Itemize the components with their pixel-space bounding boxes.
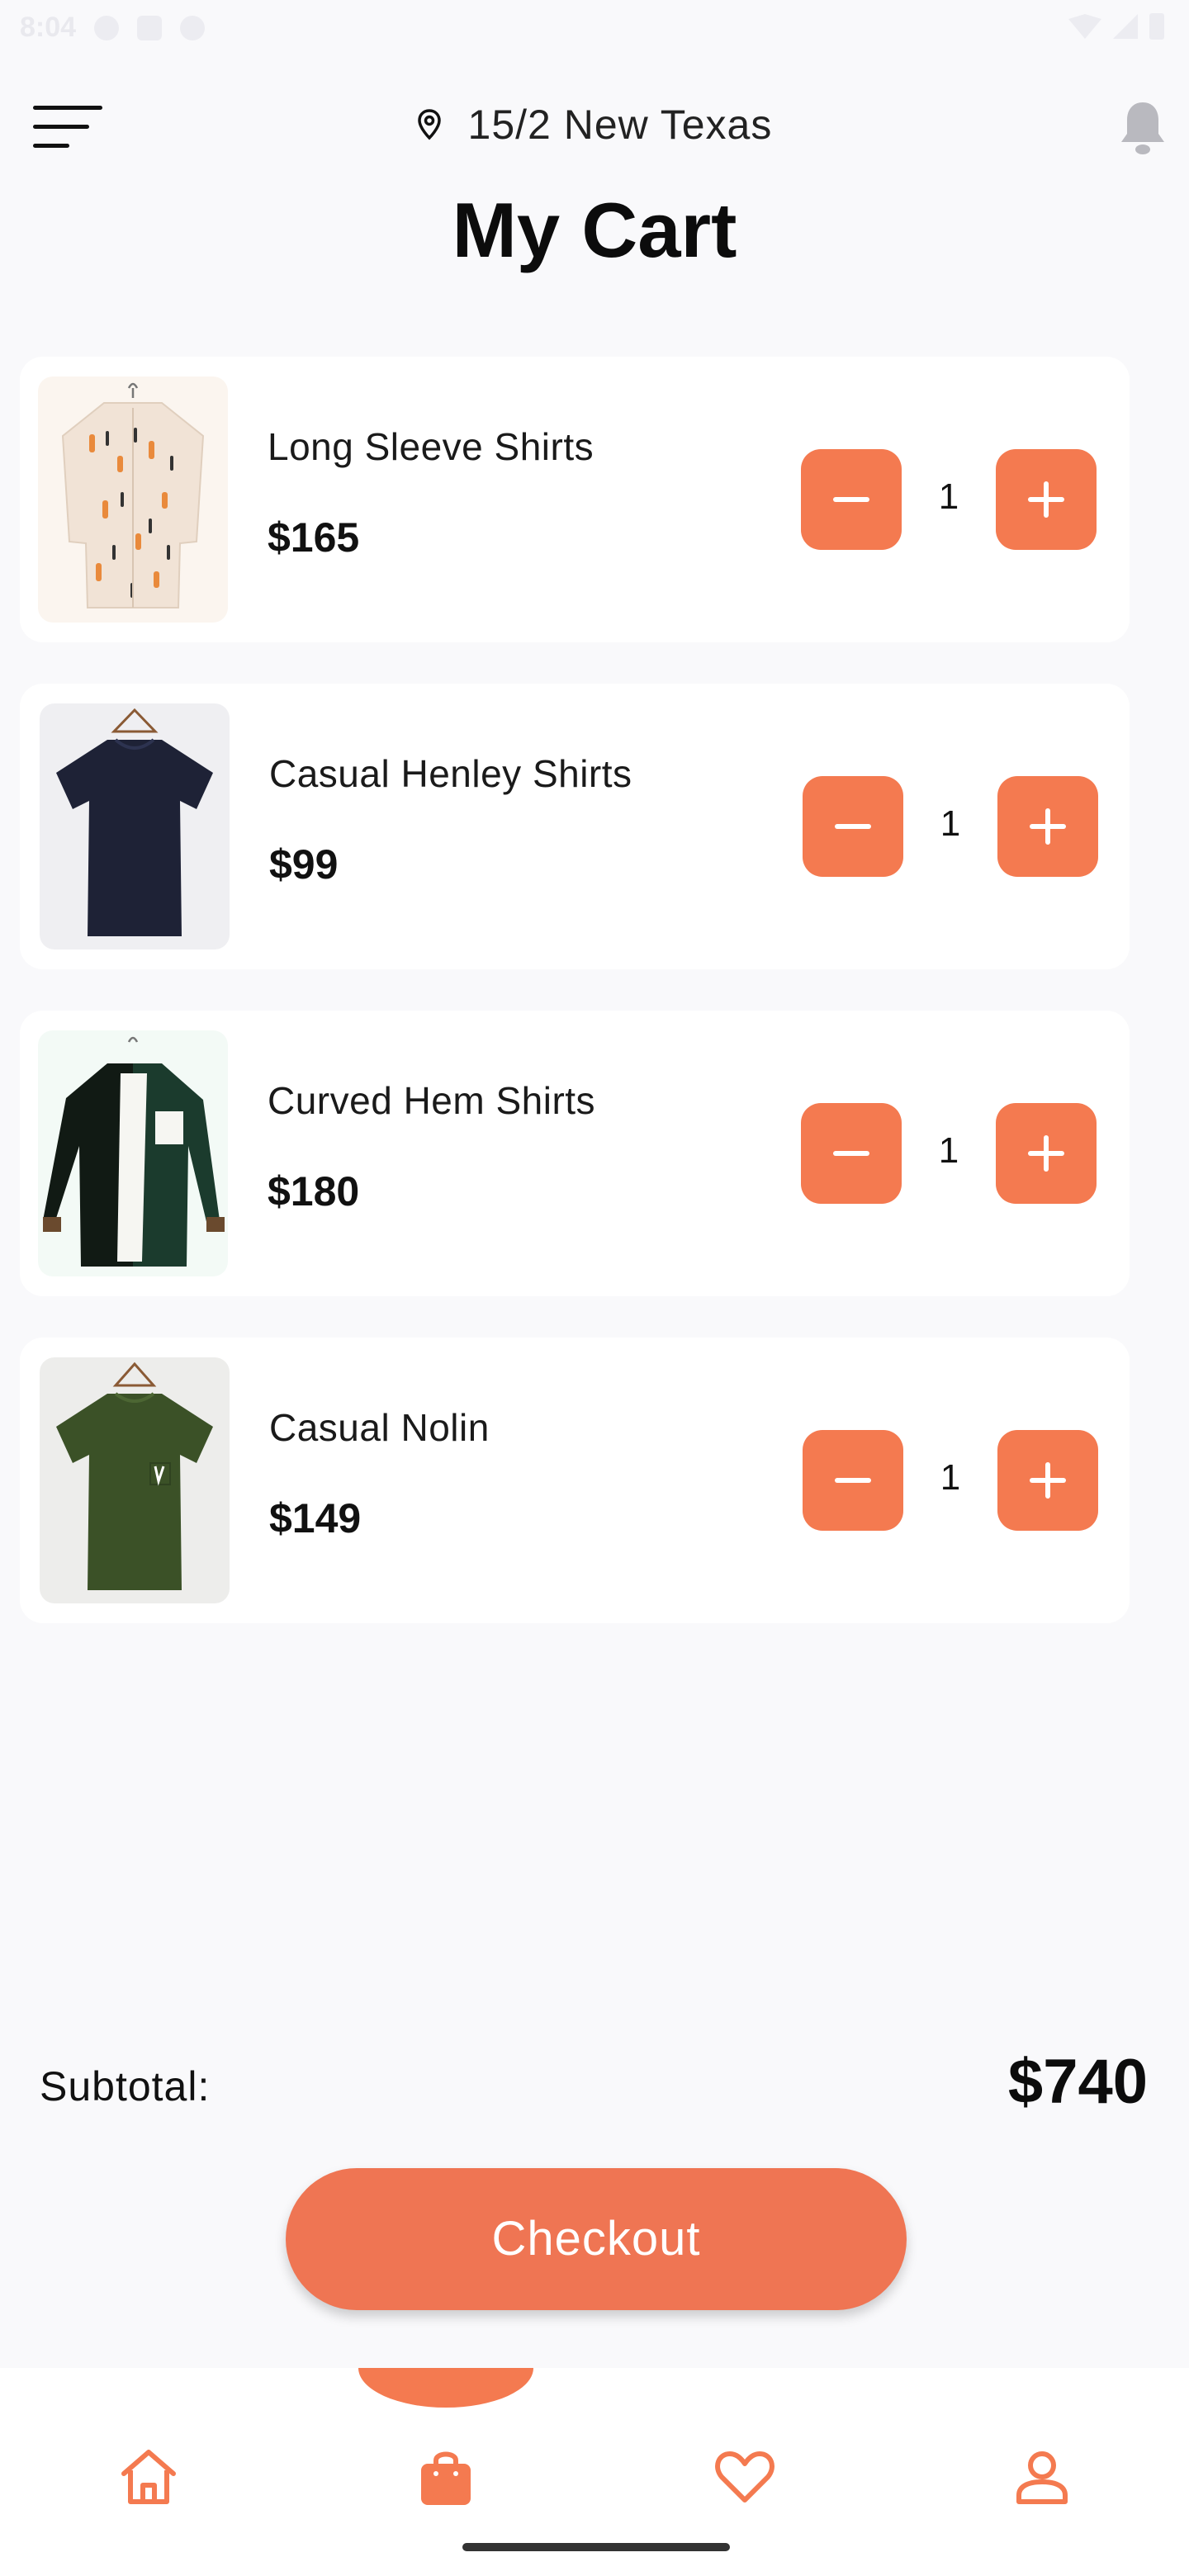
heart-icon[interactable] bbox=[712, 2444, 778, 2510]
bottom-nav bbox=[0, 2368, 1189, 2576]
product-price: $99 bbox=[269, 841, 339, 888]
product-price: $149 bbox=[269, 1495, 362, 1541]
location-pin-icon bbox=[417, 109, 441, 140]
shirt-image bbox=[40, 703, 230, 949]
sync-icon bbox=[180, 15, 206, 40]
location-text: 15/2 New Texas bbox=[467, 101, 773, 148]
page-title: My Cart bbox=[452, 187, 737, 273]
signal-icon bbox=[1113, 14, 1138, 39]
quantity-value: 1 bbox=[940, 803, 961, 844]
product-image[interactable] bbox=[40, 1357, 230, 1603]
product-name: Casual Henley Shirts bbox=[269, 752, 632, 795]
cart-item: Casual Nolin $149 1 bbox=[20, 1338, 1130, 1623]
product-image[interactable] bbox=[38, 1030, 228, 1276]
gesture-home-bar[interactable] bbox=[462, 2543, 730, 2551]
product-name: Casual Nolin bbox=[269, 1406, 490, 1449]
product-image[interactable] bbox=[38, 376, 228, 623]
shopping-bag-icon[interactable] bbox=[413, 2444, 479, 2510]
increase-quantity-button[interactable] bbox=[996, 1103, 1097, 1204]
minus-icon bbox=[835, 1478, 871, 1483]
plus-icon-vertical bbox=[1045, 808, 1050, 845]
status-time: 8:04 bbox=[20, 12, 77, 43]
minus-icon bbox=[835, 824, 871, 829]
sim-card-icon bbox=[137, 15, 163, 40]
shirt-image bbox=[40, 1357, 230, 1603]
quantity-value: 1 bbox=[938, 476, 959, 517]
shield-icon bbox=[94, 15, 120, 40]
product-image[interactable] bbox=[40, 703, 230, 949]
wifi-icon bbox=[1068, 14, 1101, 39]
quantity-value: 1 bbox=[938, 1130, 959, 1171]
home-icon[interactable] bbox=[116, 2444, 182, 2510]
decrease-quantity-button[interactable] bbox=[803, 776, 903, 877]
minus-icon bbox=[833, 1151, 869, 1156]
status-right bbox=[1068, 13, 1164, 40]
product-name: Long Sleeve Shirts bbox=[268, 425, 594, 468]
shirt-image bbox=[38, 1030, 228, 1276]
subtotal-value: $740 bbox=[1007, 2047, 1148, 2117]
minus-icon bbox=[833, 497, 869, 502]
plus-icon-vertical bbox=[1044, 481, 1049, 518]
location-selector[interactable]: 15/2 New Texas bbox=[0, 97, 1189, 149]
battery-icon bbox=[1149, 13, 1164, 40]
active-nav-indicator bbox=[358, 2368, 533, 2408]
cart-item: Long Sleeve Shirts $165 1 bbox=[20, 357, 1130, 642]
decrease-quantity-button[interactable] bbox=[801, 449, 902, 550]
plus-icon-vertical bbox=[1044, 1135, 1049, 1172]
user-icon[interactable] bbox=[1009, 2444, 1075, 2510]
status-bar: 8:04 bbox=[0, 0, 1189, 58]
product-price: $180 bbox=[268, 1168, 360, 1215]
increase-quantity-button[interactable] bbox=[997, 1430, 1098, 1531]
increase-quantity-button[interactable] bbox=[996, 449, 1097, 550]
shirt-image bbox=[38, 376, 228, 623]
status-left: 8:04 bbox=[20, 12, 206, 44]
plus-icon-vertical bbox=[1045, 1462, 1050, 1499]
quantity-value: 1 bbox=[940, 1457, 961, 1498]
product-price: $165 bbox=[268, 514, 360, 561]
product-name: Curved Hem Shirts bbox=[268, 1079, 596, 1122]
decrease-quantity-button[interactable] bbox=[801, 1103, 902, 1204]
cart-item: Curved Hem Shirts $180 1 bbox=[20, 1011, 1130, 1296]
cart-item: Casual Henley Shirts $99 1 bbox=[20, 684, 1130, 969]
subtotal-label: Subtotal: bbox=[40, 2063, 211, 2110]
increase-quantity-button[interactable] bbox=[997, 776, 1098, 877]
decrease-quantity-button[interactable] bbox=[803, 1430, 903, 1531]
bell-icon[interactable] bbox=[1118, 97, 1168, 157]
checkout-button[interactable]: Checkout bbox=[286, 2168, 907, 2310]
